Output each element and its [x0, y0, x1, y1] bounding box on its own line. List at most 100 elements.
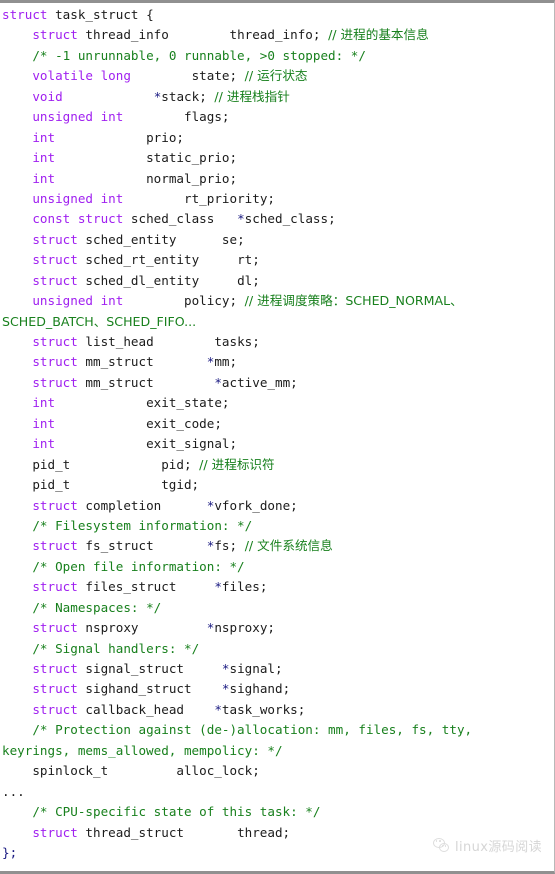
code-token-kw: struct — [32, 579, 86, 595]
code-token-kw: const struct — [32, 211, 131, 227]
code-line: struct task_struct { — [0, 5, 554, 25]
code-token-kw: unsigned int — [32, 109, 124, 125]
code-line: /* Namespaces: */ — [0, 598, 554, 618]
code-token-id: files_struct — [85, 579, 215, 595]
code-token-id: sighand_struct — [85, 681, 222, 697]
code-line: ... — [0, 782, 554, 802]
code-token-kw: volatile long — [32, 68, 131, 84]
code-line: struct callback_head *task_works; — [0, 700, 554, 720]
code-token-kw: struct — [32, 252, 86, 268]
code-token-cmt: // 进程调度策略：SCHED_NORMAL、 — [244, 293, 463, 309]
code-line: struct thread_struct thread; — [0, 823, 554, 843]
code-token-id: sched_rt_entity rt; — [85, 252, 260, 268]
code-token-id: mm_struct — [85, 374, 215, 390]
code-line: struct sched_dl_entity dl; — [0, 271, 554, 291]
code-line: int exit_code; — [0, 414, 554, 434]
code-line: spinlock_t alloc_lock; — [0, 761, 554, 781]
code-token-id: ... — [2, 783, 25, 799]
code-line: struct files_struct *files; — [0, 577, 554, 597]
code-token-kw: struct — [32, 231, 86, 247]
code-line: int normal_prio; — [0, 169, 554, 189]
code-token-id: fs_struct — [85, 538, 207, 554]
code-token-id: vfork_done; — [214, 497, 298, 513]
code-token-cmt: /* Signal handlers: */ — [32, 640, 200, 656]
code-token-id: files; — [221, 579, 268, 595]
code-token-cmt: keyrings, mems_allowed, mempolicy: */ — [2, 742, 283, 758]
code-line: int exit_signal; — [0, 434, 554, 454]
code-token-id: task_works; — [221, 701, 306, 717]
code-line: struct completion *vfork_done; — [0, 496, 554, 516]
code-line: struct sched_rt_entity rt; — [0, 250, 554, 270]
code-line: /* CPU-specific state of this task: */ — [0, 802, 554, 822]
code-line: struct mm_struct *active_mm; — [0, 373, 554, 393]
code-token-id: active_mm; — [221, 374, 298, 390]
code-line: keyrings, mems_allowed, mempolicy: */ — [0, 741, 554, 761]
code-token-cmt: // 文件系统信息 — [244, 538, 333, 554]
code-line: struct sighand_struct *sighand; — [0, 679, 554, 699]
code-token-id: mm; — [214, 354, 238, 370]
code-line: /* -1 unrunnable, 0 runnable, >0 stopped… — [0, 46, 554, 66]
code-token-cmt: // 进程标识符 — [199, 456, 275, 472]
code-line: void *stack; // 进程栈指针 — [0, 87, 554, 107]
code-token-id: pid_t tgid; — [2, 477, 200, 493]
code-token-kw: int — [32, 129, 56, 145]
code-token-id: sighand; — [229, 681, 291, 697]
code-line: struct signal_struct *signal; — [0, 659, 554, 679]
code-token-cmt: /* Filesystem information: */ — [32, 517, 253, 533]
code-token-id: policy; — [123, 293, 245, 309]
code-token-id: rt_priority; — [123, 190, 275, 206]
code-token-cmt: /* Open file information: */ — [32, 558, 245, 574]
code-token-kw: int — [32, 415, 56, 431]
code-line: volatile long state; // 运行状态 — [0, 66, 554, 86]
code-token-id: flags; — [123, 109, 230, 125]
code-token-id: state; — [130, 68, 245, 84]
code-line: struct sched_entity se; — [0, 230, 554, 250]
code-token-kw: struct — [32, 374, 86, 390]
code-token-kw: int — [32, 395, 56, 411]
code-token-kw: void — [32, 88, 63, 104]
code-line: const struct sched_class *sched_class; — [0, 209, 554, 229]
code-token-ptr: * — [214, 579, 222, 595]
code-token-id: normal_prio; — [55, 170, 238, 186]
code-token-id: completion — [85, 497, 207, 513]
code-token-cmt: // 运行状态 — [244, 68, 308, 84]
code-listing-card: struct task_struct { struct thread_info … — [0, 0, 555, 874]
code-token-id: static_prio; — [55, 150, 238, 166]
code-line: struct nsproxy *nsproxy; — [0, 618, 554, 638]
code-token-kw: int — [32, 170, 56, 186]
code-token-id: nsproxy; — [214, 620, 276, 636]
code-token-kw: struct — [32, 27, 86, 43]
code-token-cmt: /* CPU-specific state of this task: */ — [32, 804, 321, 820]
code-token-id: stack; — [161, 88, 215, 104]
code-token-kw: struct — [32, 538, 86, 554]
code-token-id: pid_t pid; — [2, 456, 200, 472]
code-block: struct task_struct { struct thread_info … — [0, 5, 554, 863]
code-token-kw: struct — [32, 824, 86, 840]
code-token-cmt: /* -1 unrunnable, 0 runnable, >0 stopped… — [32, 47, 366, 63]
code-token-ptr: * — [221, 681, 230, 697]
code-token-id: fs; — [214, 538, 245, 554]
code-token-id: sched_class — [130, 211, 238, 227]
code-token-kw: struct — [2, 7, 56, 22]
code-token-kw: struct — [32, 620, 86, 636]
code-token-id: exit_state; — [55, 395, 230, 411]
